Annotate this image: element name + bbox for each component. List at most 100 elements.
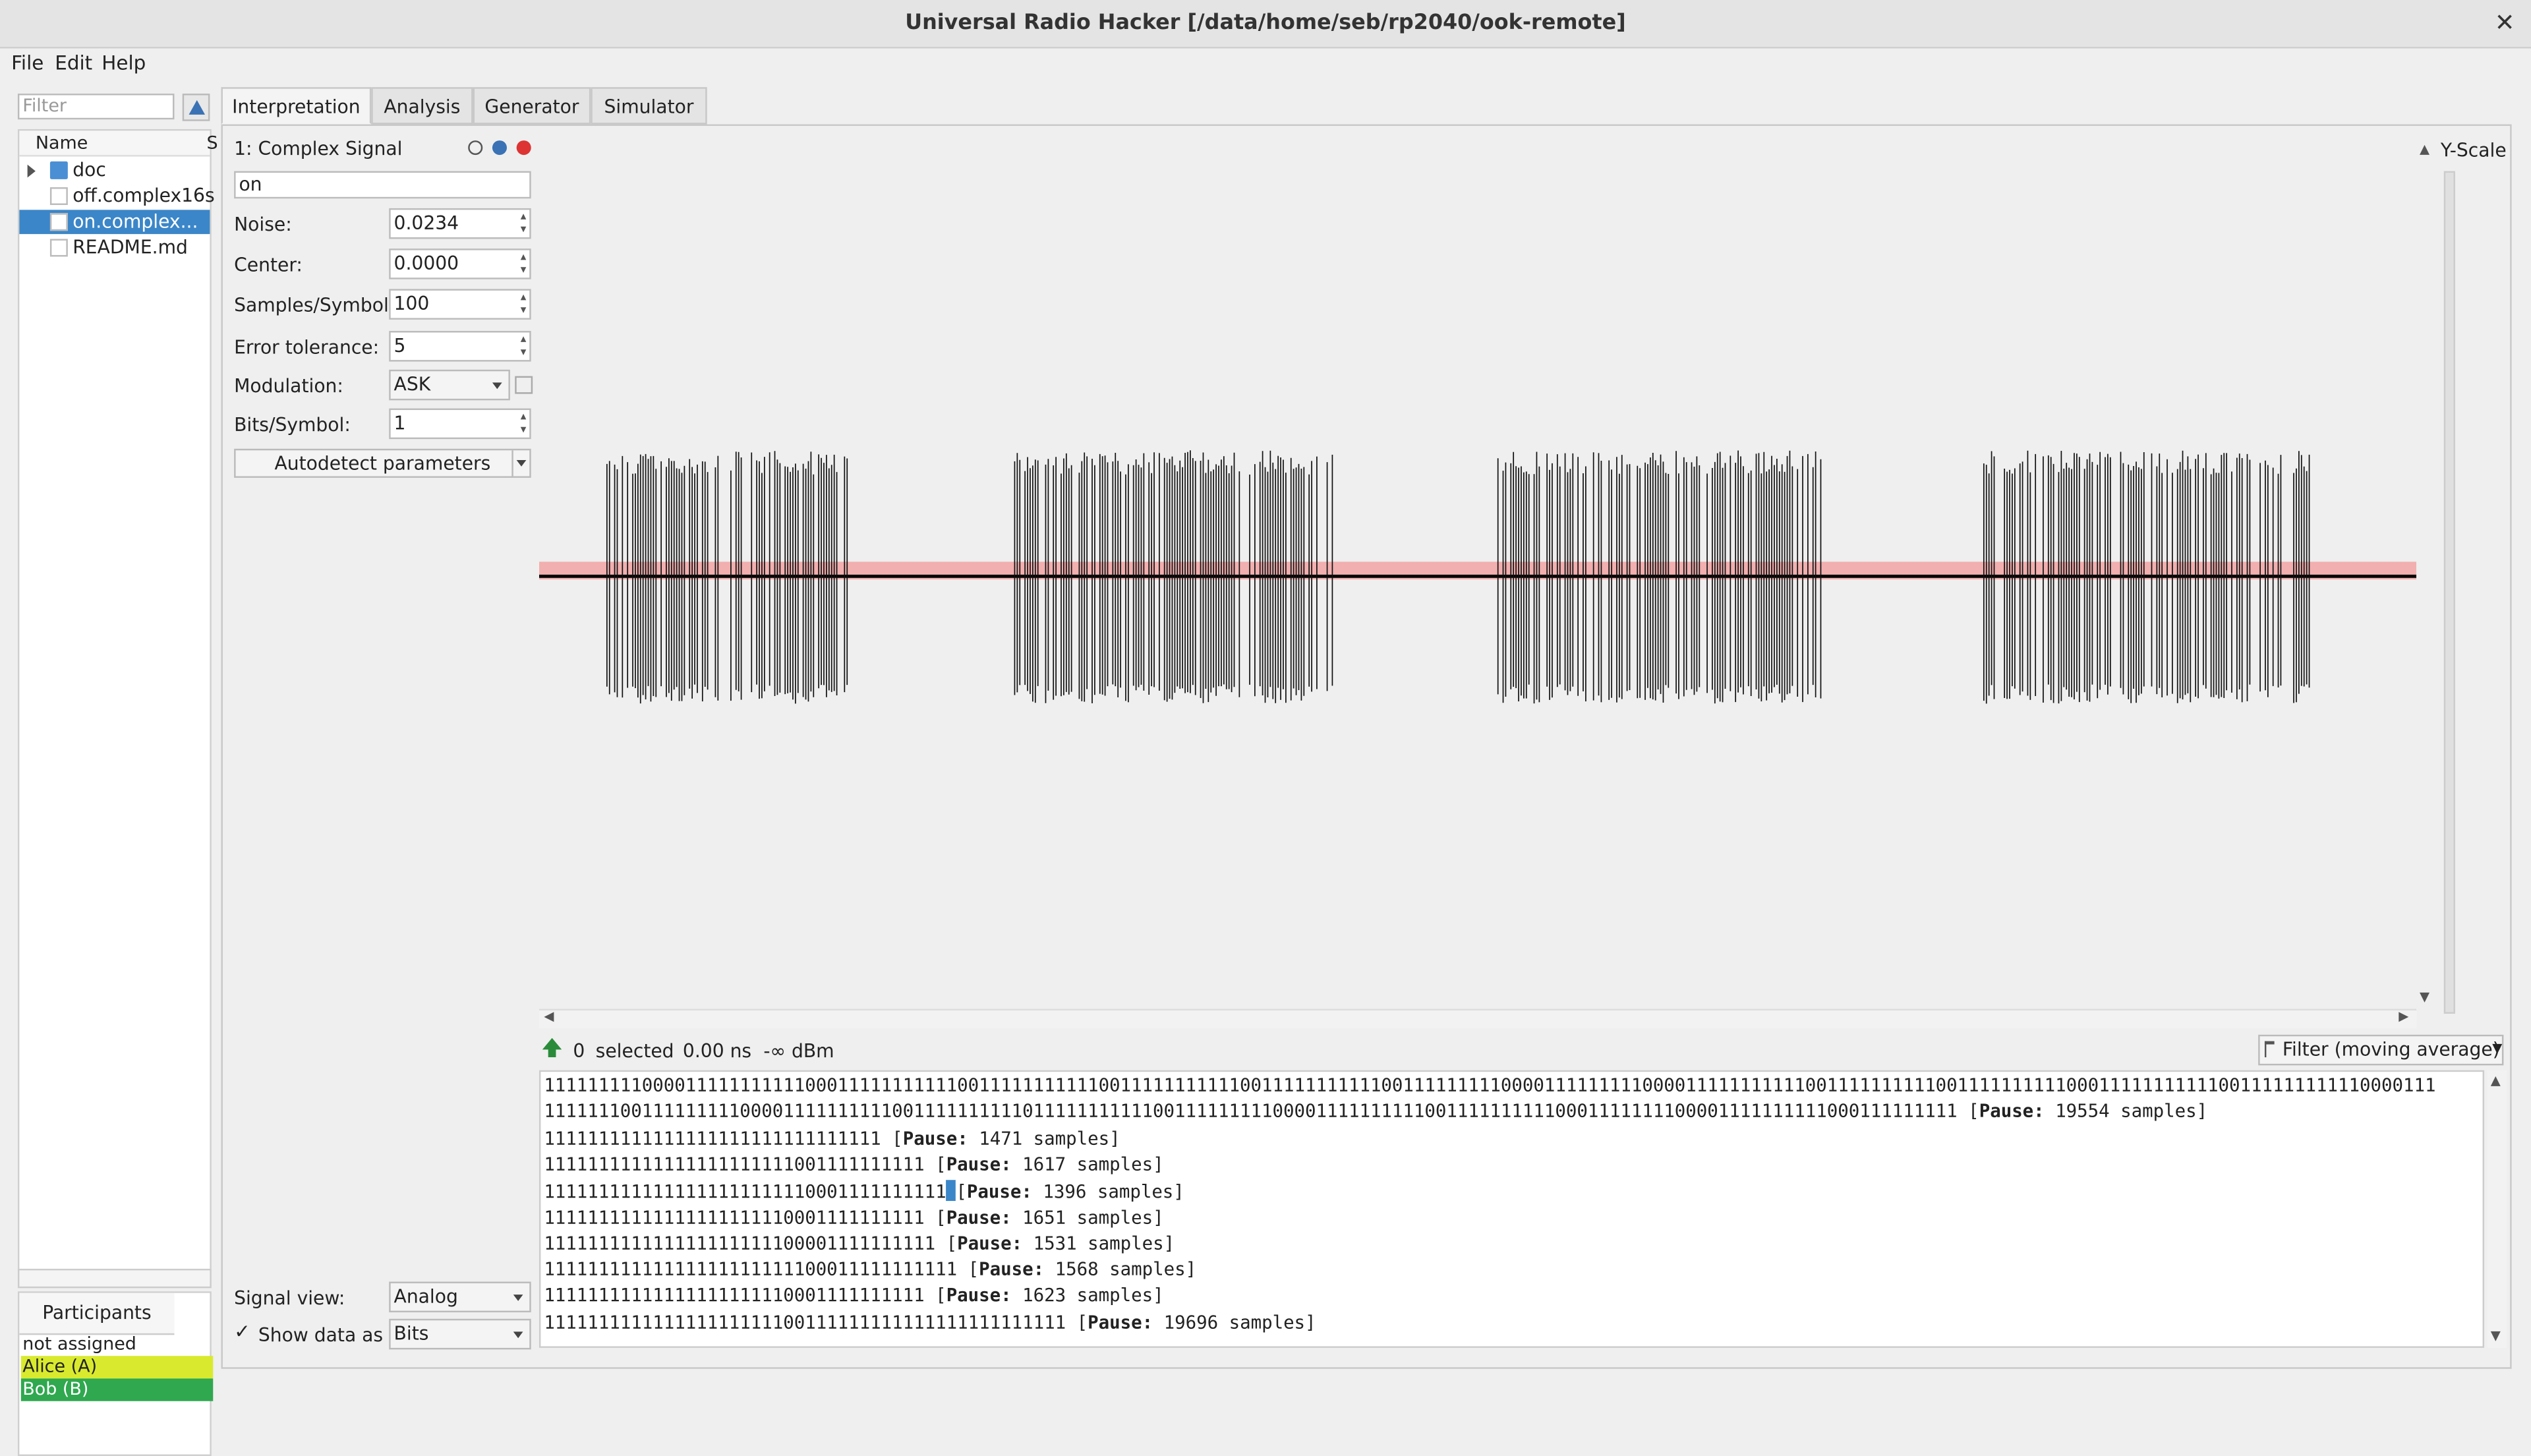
file-icon: [49, 239, 68, 257]
samples-per-symbol-label: Samples/Symbol:: [234, 293, 395, 317]
tree-horizontal-scrollbar[interactable]: [17, 1268, 212, 1289]
pause-value: 1651 samples]: [1011, 1206, 1164, 1228]
signal-graph[interactable]: [538, 135, 2417, 1008]
folder-icon: [49, 161, 68, 179]
pause-value: 1623 samples]: [1011, 1285, 1164, 1307]
tab-generator[interactable]: Generator: [473, 87, 591, 125]
data-bits: 11111111111111111111110001111111111: [544, 1285, 936, 1307]
title-bar: Universal Radio Hacker [/data/home/seb/r…: [0, 0, 2531, 49]
pause-value: 1617 samples]: [1011, 1153, 1164, 1175]
pause-value: 1568 samples]: [1044, 1259, 1197, 1281]
signal-view-select[interactable]: Analog: [389, 1281, 531, 1313]
data-bits: 1111111111111111111111111111111: [544, 1127, 892, 1149]
text-cursor: [946, 1180, 956, 1202]
data-line[interactable]: 1111111001111111110000111111111100111111…: [544, 1101, 2207, 1122]
selected-count: 0: [573, 1039, 585, 1063]
scroll-up-icon[interactable]: ▲: [2491, 1074, 2501, 1088]
data-line[interactable]: 1111111111111111111111111111111 [Pause: …: [544, 1128, 1120, 1149]
data-line[interactable]: 11111111111111111111111100011111111111 […: [544, 1259, 1196, 1280]
bits-per-symbol-spinbox[interactable]: 1: [389, 408, 531, 440]
tab-participants[interactable]: Participants: [19, 1293, 175, 1335]
pause-label: Pause:: [966, 1182, 1032, 1203]
tree-item-readme[interactable]: README.md: [19, 236, 210, 260]
data-bits: 1111111110000111111111110001111111111100…: [544, 1075, 2436, 1096]
file-icon: [49, 187, 68, 206]
data-line[interactable]: 11111111111111111111110001111111111 [Pau…: [544, 1207, 1163, 1228]
close-signal-icon[interactable]: [516, 140, 531, 156]
menu-bar: File Edit Help: [0, 48, 2531, 80]
show-data-select[interactable]: Bits: [389, 1318, 531, 1350]
bits-per-symbol-label: Bits/Symbol:: [234, 413, 351, 436]
data-bits: 1111111111111111111111001111111111111111…: [544, 1312, 1077, 1333]
data-bits: 11111111111111111111111001111111111: [544, 1153, 936, 1175]
scroll-left-icon[interactable]: ◀: [544, 1009, 554, 1024]
tree-item-off[interactable]: off.complex16s: [19, 184, 215, 208]
menu-help[interactable]: Help: [102, 51, 146, 74]
data-line[interactable]: 11111111111111111111110001111111111 [Pau…: [544, 1285, 1163, 1306]
selected-label: selected: [595, 1039, 674, 1063]
pause-label: Pause:: [946, 1285, 1012, 1307]
close-icon[interactable]: ✕: [2495, 8, 2515, 37]
scroll-right-icon[interactable]: ▶: [2399, 1009, 2408, 1024]
tree-item-doc[interactable]: doc: [19, 158, 210, 183]
scroll-down-icon[interactable]: ▼: [2491, 1329, 2501, 1343]
selection-power: -∞ dBm: [763, 1039, 834, 1063]
data-view-scrollbar[interactable]: ▲ ▼: [2487, 1070, 2507, 1348]
demodulated-data-view[interactable]: 1111111110000111111111110001111111111100…: [538, 1070, 2485, 1348]
chevron-down-icon[interactable]: [511, 450, 529, 477]
data-bits: 11111111111111111111111100011111111111: [544, 1259, 968, 1281]
graph-horizontal-scrollbar[interactable]: ◀ ▶: [538, 1008, 2417, 1029]
scroll-down-icon[interactable]: ▼: [2420, 989, 2429, 1004]
scroll-up-icon[interactable]: ▲: [2420, 142, 2429, 157]
tree-header-name: Name: [35, 132, 88, 154]
filter-icon: [2264, 1041, 2275, 1058]
data-line[interactable]: 111111111111111111111100001111111111 [Pa…: [544, 1233, 1175, 1254]
signal-name-input[interactable]: on: [234, 171, 531, 199]
tree-item-on[interactable]: on.complex...: [19, 210, 210, 235]
play-icon[interactable]: [468, 140, 483, 156]
menu-file[interactable]: File: [11, 51, 44, 74]
send-to-generator-icon[interactable]: [542, 1037, 562, 1058]
pause-label: Pause:: [1979, 1101, 2045, 1122]
data-line[interactable]: 1111111111111111111111110001111111111 [Pa…: [544, 1180, 1184, 1203]
signal-header: 1: Complex Signal: [234, 137, 403, 160]
center-spinbox[interactable]: 0.0000: [389, 248, 531, 279]
tab-simulator[interactable]: Simulator: [591, 87, 707, 125]
show-data-checkbox[interactable]: ✓: [234, 1322, 252, 1341]
participants-panel: Participants not assigned Alice (A) Bob …: [17, 1291, 214, 1456]
filter-input[interactable]: Filter: [17, 94, 175, 120]
pause-label: Pause:: [902, 1127, 968, 1149]
noise-label: Noise:: [234, 213, 292, 236]
filter-chevron-down-icon[interactable]: ▼: [2492, 1041, 2502, 1056]
expand-arrow-icon[interactable]: [27, 164, 36, 178]
selection-duration: 0.00 ns: [682, 1039, 752, 1063]
autodetect-button[interactable]: Autodetect parameters: [234, 448, 531, 478]
pause-value: 19696 samples]: [1153, 1312, 1316, 1333]
y-scale-slider[interactable]: [2443, 171, 2455, 1014]
y-scale-label: Y-Scale: [2440, 138, 2507, 161]
tab-interpretation[interactable]: Interpretation: [221, 87, 372, 125]
tab-analysis[interactable]: Analysis: [371, 87, 473, 125]
error-tolerance-spinbox[interactable]: 5: [389, 331, 531, 362]
participant-alice[interactable]: Alice (A): [20, 1356, 214, 1379]
graph-vertical-scrollbar[interactable]: ▲ ▼: [2416, 135, 2435, 1012]
pause-value: 1396 samples]: [1032, 1182, 1184, 1203]
participant-not-assigned[interactable]: not assigned: [21, 1333, 213, 1356]
info-icon[interactable]: [492, 140, 507, 156]
modulation-select[interactable]: ASK: [389, 369, 510, 401]
menu-edit[interactable]: Edit: [55, 51, 92, 74]
tree-header-size: S: [206, 132, 218, 154]
samples-per-symbol-spinbox[interactable]: 100: [389, 289, 531, 320]
noise-spinbox[interactable]: 0.0234: [389, 208, 531, 239]
data-bits: 1111111111111111111111110001111111111: [544, 1182, 946, 1203]
tree-header[interactable]: Name S: [19, 131, 218, 157]
filter-button[interactable]: Filter (moving average): [2258, 1034, 2504, 1066]
modulation-edit-icon[interactable]: [515, 376, 533, 394]
up-directory-icon[interactable]: [182, 94, 210, 121]
data-line[interactable]: 1111111110000111111111110001111111111100…: [544, 1075, 2435, 1096]
show-data-label: Show data as: [258, 1324, 384, 1347]
data-line[interactable]: 1111111111111111111111001111111111111111…: [544, 1312, 1316, 1333]
data-line[interactable]: 11111111111111111111111001111111111 [Pau…: [544, 1154, 1163, 1175]
data-bits: 11111111111111111111110001111111111: [544, 1206, 936, 1228]
participant-bob[interactable]: Bob (B): [20, 1378, 214, 1401]
